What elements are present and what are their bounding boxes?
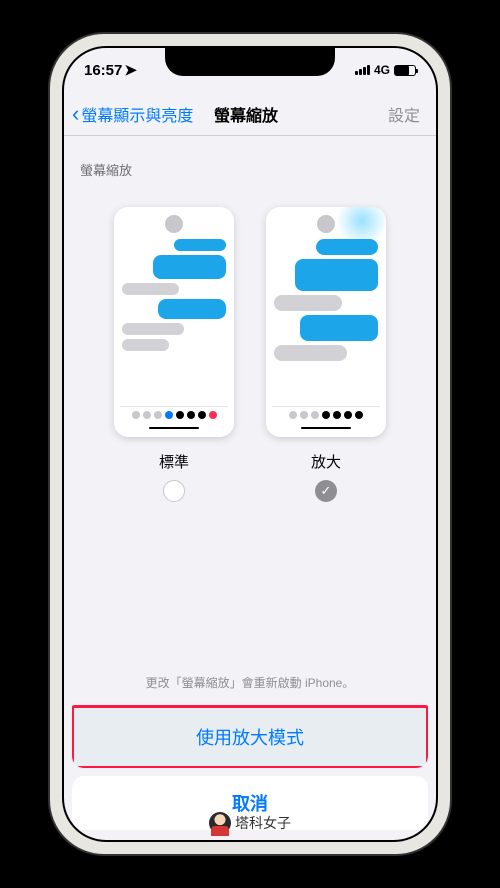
watermark-text: 塔科女子 bbox=[235, 813, 291, 833]
option-zoomed-label: 放大 bbox=[311, 451, 341, 472]
confirm-button[interactable]: 使用放大模式 bbox=[74, 708, 426, 766]
preview-standard bbox=[114, 207, 234, 437]
watermark: 塔科女子 bbox=[209, 812, 291, 834]
phone-screen: 16:57 ➤ 4G ‹ 螢幕顯示與亮度 螢幕縮放 設定 螢幕縮放 bbox=[62, 46, 438, 842]
sheet-message: 更改「螢幕縮放」會重新啟動 iPhone。 bbox=[72, 660, 428, 706]
page-title: 螢幕縮放 bbox=[214, 102, 278, 126]
option-zoomed[interactable]: 放大 ✓ bbox=[266, 207, 386, 502]
section-header: 螢幕縮放 bbox=[64, 136, 436, 187]
signal-icon bbox=[355, 65, 370, 75]
cancel-label: 取消 bbox=[232, 794, 268, 814]
status-time: 16:57 bbox=[84, 62, 122, 79]
option-standard-label: 標準 bbox=[159, 451, 189, 472]
network-label: 4G bbox=[374, 63, 390, 77]
avatar-icon bbox=[165, 215, 183, 233]
watermark-avatar-icon bbox=[209, 812, 231, 834]
cancel-button[interactable]: 取消 塔科女子 bbox=[72, 776, 428, 830]
phone-frame: 16:57 ➤ 4G ‹ 螢幕顯示與亮度 螢幕縮放 設定 螢幕縮放 bbox=[50, 34, 450, 854]
nav-right-button[interactable]: 設定 bbox=[278, 102, 428, 126]
battery-icon bbox=[394, 65, 416, 76]
zoom-previews: 標準 bbox=[64, 187, 436, 512]
back-label: 螢幕顯示與亮度 bbox=[81, 102, 193, 126]
action-sheet: 更改「螢幕縮放」會重新啟動 iPhone。 使用放大模式 取消 塔科女子 bbox=[72, 660, 428, 830]
option-standard[interactable]: 標準 bbox=[114, 207, 234, 502]
back-button[interactable]: ‹ 螢幕顯示與亮度 bbox=[72, 101, 214, 127]
preview-zoomed bbox=[266, 207, 386, 437]
chevron-left-icon: ‹ bbox=[72, 101, 79, 127]
radio-standard[interactable] bbox=[163, 480, 185, 502]
avatar-icon bbox=[317, 215, 335, 233]
notch bbox=[165, 48, 335, 76]
radio-zoomed[interactable]: ✓ bbox=[315, 480, 337, 502]
navigation-bar: ‹ 螢幕顯示與亮度 螢幕縮放 設定 bbox=[64, 92, 436, 136]
location-icon: ➤ bbox=[124, 61, 137, 79]
